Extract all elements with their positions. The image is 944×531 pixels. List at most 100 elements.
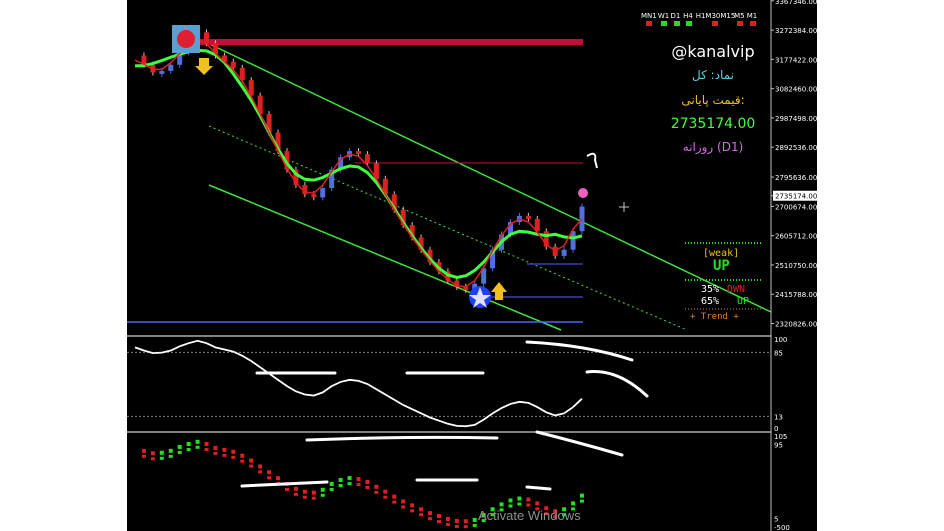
- osc1-axis-label: 85: [774, 349, 783, 357]
- hand-drawings: [240, 340, 649, 491]
- osc1-line: [134, 339, 583, 428]
- osc2-bar: [365, 479, 370, 484]
- candle-body: [168, 64, 174, 71]
- candle-body: [525, 215, 531, 219]
- timeframe-d1[interactable]: D1: [671, 12, 681, 20]
- osc2-bar: [463, 519, 468, 524]
- signal-direction: UP: [713, 258, 730, 274]
- candle-body: [570, 231, 576, 250]
- osc2-bar: [293, 486, 298, 491]
- osc2-bar: [535, 501, 540, 506]
- timeframe-h4[interactable]: H4: [683, 12, 693, 20]
- sell-arrow-icon: [195, 58, 213, 75]
- osc2-bar: [231, 455, 236, 459]
- osc2-bar: [258, 470, 263, 474]
- osc2-axis-label: 105: [774, 433, 787, 441]
- timeframe-h1m30m15[interactable]: H1M30M15: [696, 12, 736, 20]
- osc2-bar: [329, 487, 334, 491]
- osc2-bar: [374, 490, 379, 494]
- osc2-bar: [168, 448, 173, 453]
- down-percent: 35%: [701, 284, 720, 295]
- timeframe-mn1[interactable]: MN1: [641, 12, 657, 20]
- price-tick-label: 2700674.00: [775, 203, 817, 211]
- osc2-bar: [284, 487, 289, 491]
- osc2-bar: [195, 445, 200, 449]
- osc2-axis-label: 5: [774, 516, 778, 524]
- osc2-bar: [240, 459, 245, 463]
- signal-markers: [172, 25, 629, 308]
- osc2-bar: [383, 489, 388, 494]
- candle-body: [311, 194, 317, 198]
- candle-body: [320, 188, 326, 198]
- osc2-bar: [356, 477, 361, 482]
- osc2-bar: [159, 450, 164, 455]
- candle-body: [204, 32, 210, 44]
- up-label: UP: [737, 296, 750, 307]
- osc2-bar: [150, 457, 155, 461]
- candle-body: [230, 61, 236, 68]
- period-label: روزانه (D1): [682, 140, 744, 154]
- osc2-axis-label: -500: [774, 524, 790, 531]
- close-price-value: 2735174.00: [670, 116, 756, 132]
- osc2-bar: [436, 514, 441, 519]
- osc2-bar: [267, 476, 272, 480]
- osc2-bar: [472, 517, 477, 522]
- osc2-bar: [454, 518, 459, 523]
- price-tick-label: 2510750.00: [775, 262, 817, 270]
- osc2-bar: [204, 448, 209, 452]
- osc2-bar: [401, 499, 406, 504]
- osc2-bar: [311, 496, 316, 500]
- hand-drawn-line: [525, 340, 634, 362]
- osc2-bar: [302, 489, 307, 494]
- osc2-bar: [445, 516, 450, 521]
- osc2-bar: [222, 447, 227, 452]
- price-dot: [578, 188, 588, 198]
- oscillator-2-pane: 10595 5-500: [141, 433, 790, 531]
- osc2-bar: [186, 448, 191, 452]
- osc2-bar: [526, 497, 531, 502]
- oscillator-1-pane: 100 85 13 0: [127, 336, 787, 433]
- osc2-bar: [374, 484, 379, 489]
- osc2-bar: [302, 495, 307, 499]
- osc2-bar: [177, 444, 182, 449]
- candle-body: [364, 154, 370, 164]
- osc2-bar: [571, 501, 576, 506]
- right-margin: [817, 0, 944, 531]
- osc2-bar: [141, 448, 146, 453]
- osc2-bar: [419, 507, 424, 512]
- price-tick-label: 2987498.00: [775, 115, 817, 123]
- osc2-bar: [168, 454, 173, 458]
- osc1-axis-label: 100: [774, 336, 787, 344]
- price-tick-label: 3272384.00: [775, 27, 817, 35]
- osc2-bar: [311, 490, 316, 495]
- hand-drawn-line: [585, 370, 649, 398]
- resistance-bar: [197, 39, 583, 45]
- chart-window[interactable]: 3367346.00 3272384.00 3177422.00 3082460.00…: [127, 0, 817, 531]
- close-price-label: قیمت پایانی:: [681, 93, 745, 107]
- osc2-bar: [329, 481, 334, 486]
- osc2-bar: [267, 470, 272, 475]
- price-tick-label: 3082460.00: [775, 86, 817, 94]
- osc2-bar: [276, 476, 281, 481]
- timeframe-w1[interactable]: W1: [658, 12, 669, 20]
- price-tick-label: 2605712.00: [775, 233, 817, 241]
- left-margin: [0, 0, 127, 531]
- osc2-bar: [499, 502, 504, 507]
- price-tick-label: 3177422.00: [775, 56, 817, 64]
- timeframe-status-dot: [661, 21, 668, 26]
- osc2-bar: [365, 485, 370, 489]
- price-tick-label: 2320826.00: [775, 320, 817, 328]
- channel-lower: [208, 184, 562, 331]
- osc2-bar: [249, 464, 254, 468]
- osc2-bar: [392, 500, 397, 504]
- timeframe-m1[interactable]: M1: [747, 12, 758, 20]
- timeframe-m5[interactable]: M5: [734, 12, 745, 20]
- osc2-bar: [410, 503, 415, 508]
- osc2-bar: [356, 483, 361, 487]
- candle-body: [159, 70, 165, 74]
- price-tick-label: 3367346.00: [775, 0, 817, 6]
- price-axis: 3367346.00 3272384.00 3177422.00 3082460.00…: [770, 0, 817, 531]
- osc2-axis-label: 95: [774, 441, 783, 449]
- osc2-bar: [195, 439, 200, 444]
- osc2-bar: [204, 442, 209, 447]
